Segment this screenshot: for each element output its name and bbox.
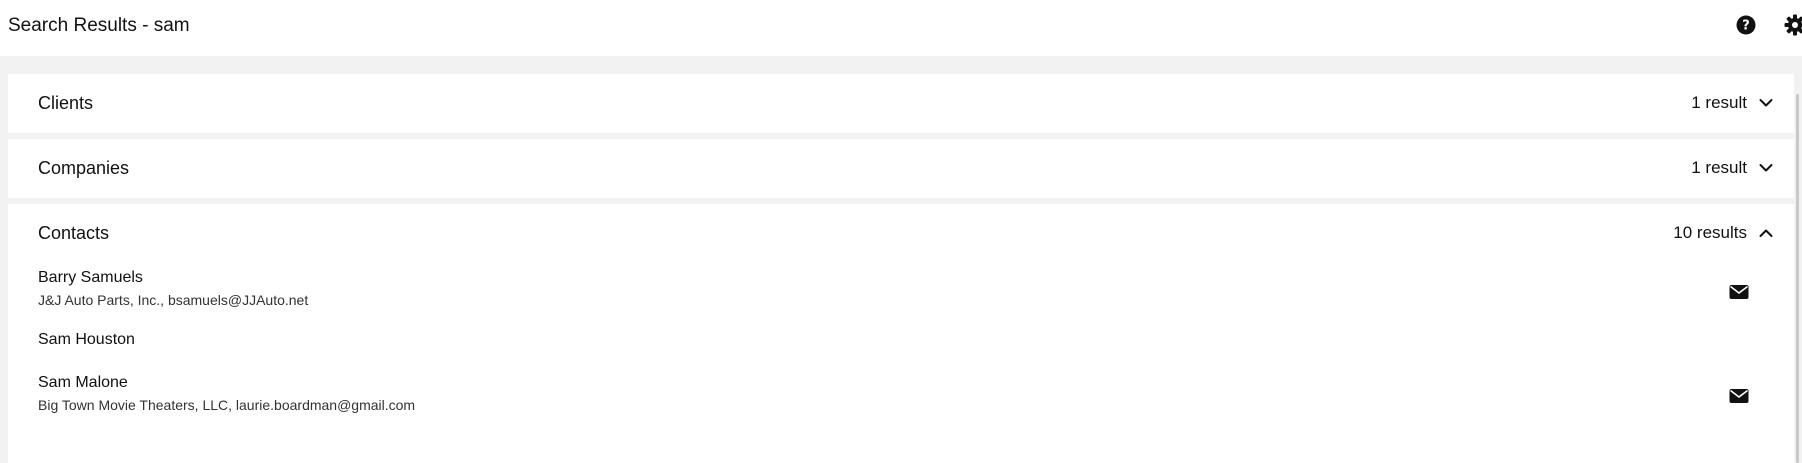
envelope-icon[interactable] — [1729, 388, 1749, 404]
section-contacts-header[interactable]: Contacts 10 results — [8, 204, 1798, 263]
contact-name: Sam Houston — [38, 331, 135, 348]
section-contacts: Contacts 10 results Barry Samuels J&J Au… — [8, 204, 1798, 463]
section-title: Companies — [38, 158, 130, 178]
contact-row[interactable]: Sam Malone Big Town Movie Theaters, LLC,… — [8, 367, 1798, 427]
search-results: Clients 1 result Companies 1 result Cont… — [8, 74, 1798, 463]
result-count: 10 results — [1673, 223, 1747, 242]
svg-text:?: ? — [1742, 19, 1750, 34]
contact-detail: J&J Auto Parts, Inc., bsamuels@JJAuto.ne… — [38, 292, 309, 308]
envelope-icon[interactable] — [1729, 284, 1749, 300]
section-companies-header[interactable]: Companies 1 result — [8, 139, 1798, 198]
help-icon[interactable]: ? — [1734, 13, 1758, 37]
gear-icon[interactable] — [1783, 13, 1802, 37]
page-title: Search Results - sam — [8, 15, 190, 36]
section-title: Clients — [38, 93, 94, 113]
scrollbar-thumb[interactable] — [1796, 94, 1799, 463]
result-count: 1 result — [1691, 93, 1747, 112]
contact-row[interactable]: Sam Houston — [8, 325, 1798, 365]
result-count: 1 result — [1691, 158, 1747, 177]
contact-name: Sam Malone — [38, 374, 128, 391]
section-clients-header[interactable]: Clients 1 result — [8, 74, 1798, 133]
vertical-scrollbar[interactable] — [1794, 74, 1802, 463]
contact-detail: Big Town Movie Theaters, LLC, laurie.boa… — [38, 397, 416, 413]
section-companies: Companies 1 result — [8, 139, 1798, 198]
section-title: Contacts — [38, 223, 110, 243]
section-clients: Clients 1 result — [8, 74, 1798, 133]
chevron-down-icon[interactable] — [1759, 96, 1773, 110]
contact-name: Barry Samuels — [38, 269, 143, 286]
chevron-up-icon[interactable] — [1759, 226, 1773, 240]
chevron-down-icon[interactable] — [1759, 161, 1773, 175]
contact-row[interactable]: Barry Samuels J&J Auto Parts, Inc., bsam… — [8, 263, 1798, 323]
top-bar: Search Results - sam ? — [0, 0, 1802, 56]
